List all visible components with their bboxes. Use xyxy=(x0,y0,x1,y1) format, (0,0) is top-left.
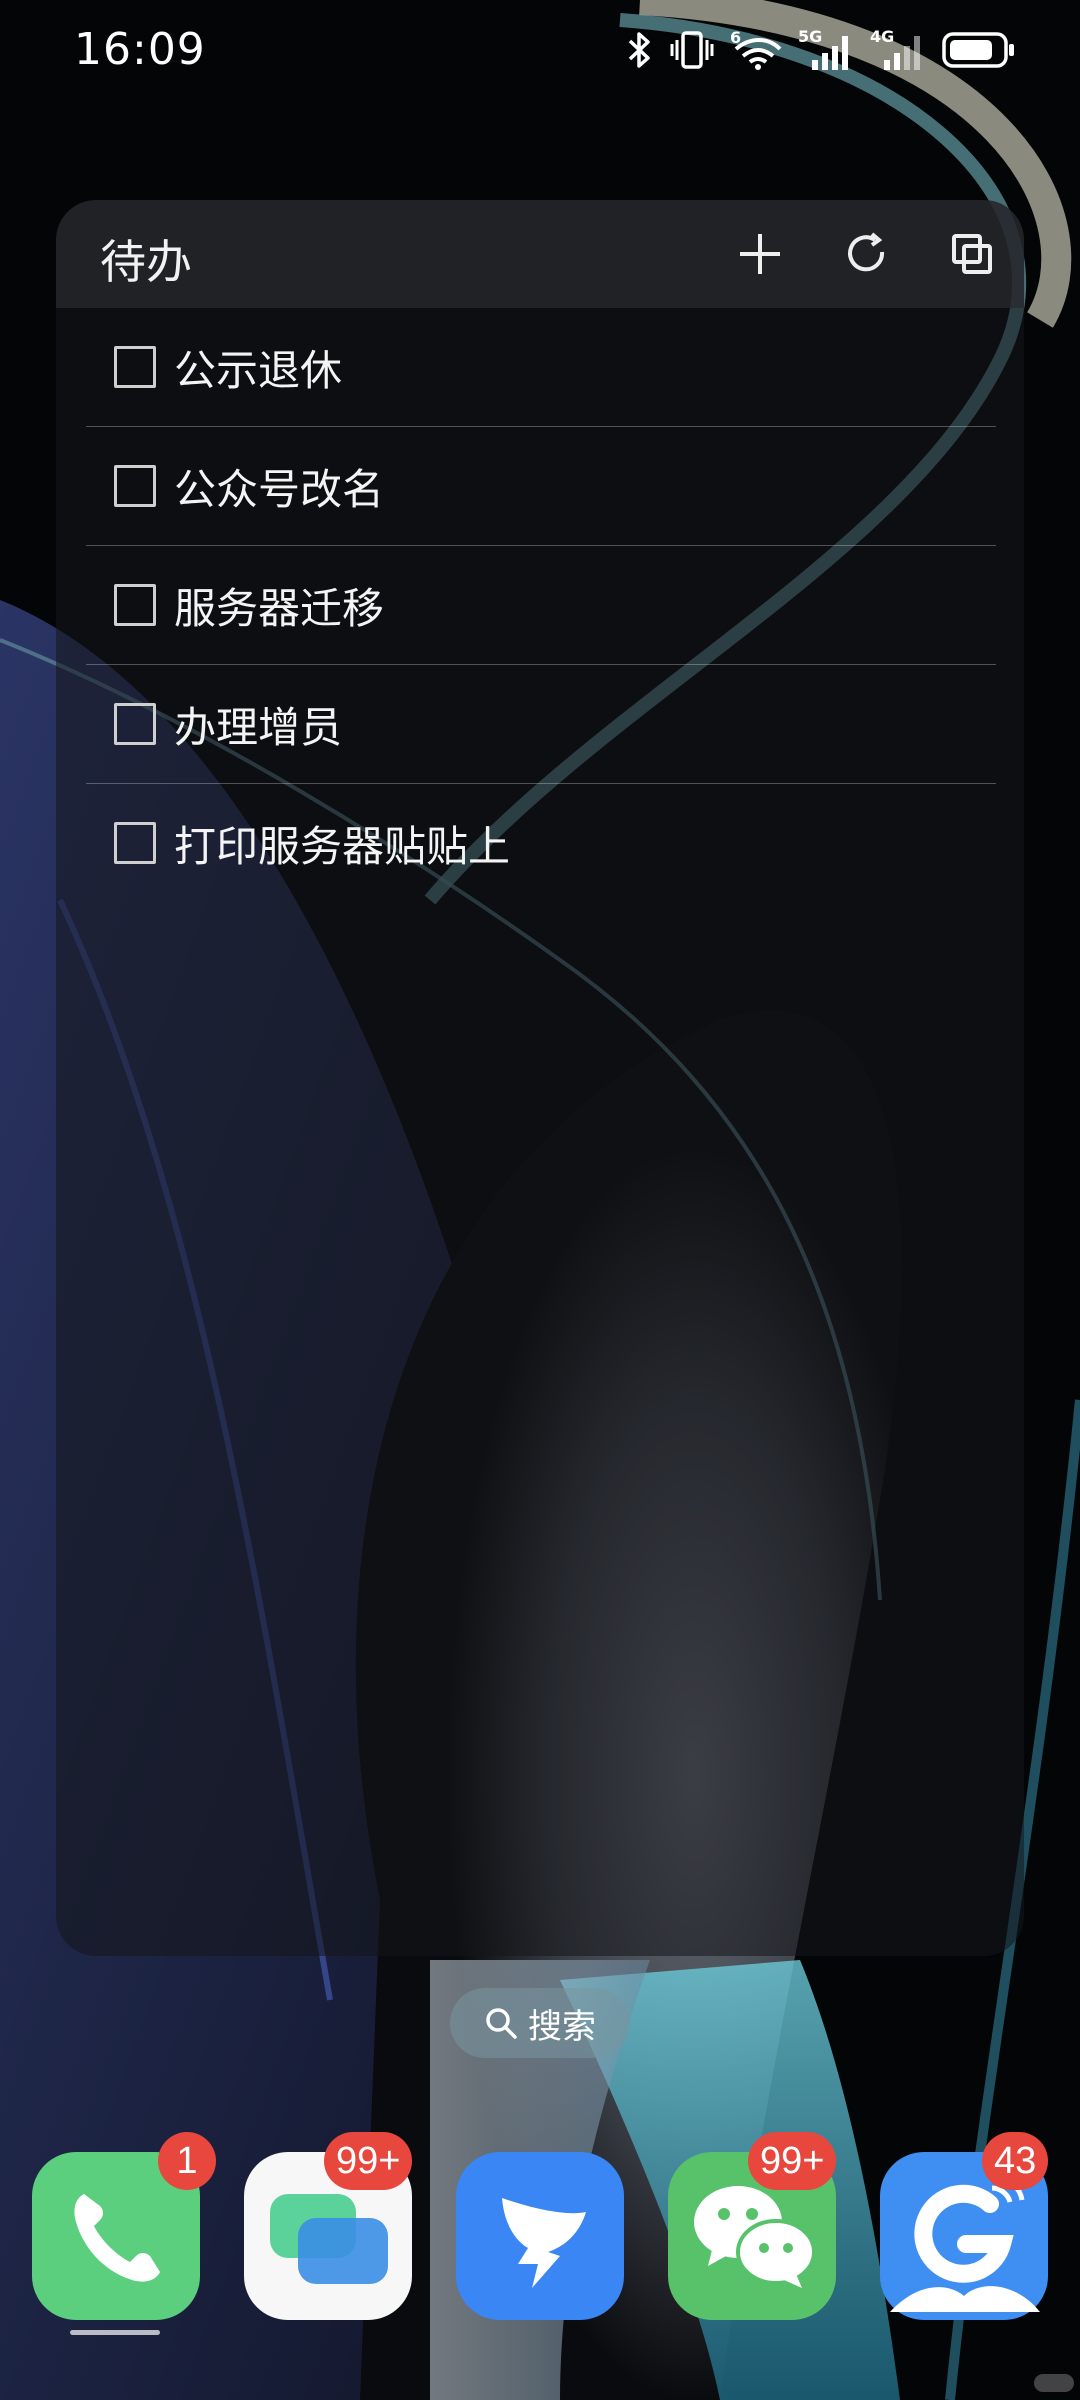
dock-app-g[interactable]: 43 xyxy=(880,2132,1049,2320)
widget-title: 待办 xyxy=(100,235,192,289)
search-icon xyxy=(486,2008,517,2039)
todo-item[interactable]: 办理增员 xyxy=(86,665,996,784)
home-screen: 16:09 6 5G 4G 待办 公示退休 公众号改名 服务器迁移 办理增员 打… xyxy=(0,0,1080,2400)
home-indicator xyxy=(70,2330,160,2335)
todo-checkbox[interactable] xyxy=(114,465,156,507)
dingtalk-icon xyxy=(502,2198,586,2288)
todo-text: 办理增员 xyxy=(174,702,343,752)
todo-checkbox[interactable] xyxy=(114,346,156,388)
copy-icon xyxy=(952,234,992,274)
status-icons: 6 5G 4G xyxy=(626,24,1016,76)
todo-checkbox[interactable] xyxy=(114,822,156,864)
todo-text: 公众号改名 xyxy=(174,464,385,514)
todo-item[interactable]: 服务器迁移 xyxy=(86,546,996,665)
battery-icon xyxy=(942,32,1014,68)
network-5g-label: 5G xyxy=(798,28,822,46)
refresh-icon xyxy=(848,232,885,272)
todo-widget: 待办 公示退休 公众号改名 服务器迁移 办理增员 打印服务器贴贴上 xyxy=(56,200,1024,1956)
todo-text: 打印服务器贴贴上 xyxy=(174,821,511,871)
bluetooth-icon xyxy=(628,32,650,68)
add-todo-button[interactable] xyxy=(730,224,790,284)
phone-badge: 1 xyxy=(158,2132,216,2190)
status-bar: 16:09 6 5G 4G xyxy=(0,0,1080,100)
signal-5g-icon: 5G xyxy=(798,28,848,70)
network-4g-label: 4G xyxy=(870,28,894,46)
g-app-badge: 43 xyxy=(982,2132,1049,2190)
search-button[interactable]: 搜索 xyxy=(450,1988,630,2058)
vibrate-icon xyxy=(670,31,714,69)
status-time: 16:09 xyxy=(74,24,206,75)
dock-app-wechat[interactable]: 99+ xyxy=(668,2132,837,2320)
widget-header: 待办 xyxy=(56,200,1024,308)
dock-app-dingtalk[interactable] xyxy=(456,2152,624,2320)
plus-icon xyxy=(740,234,780,274)
todo-checkbox[interactable] xyxy=(114,703,156,745)
todo-list: 公示退休 公众号改名 服务器迁移 办理增员 打印服务器贴贴上 xyxy=(86,308,996,902)
search-label: 搜索 xyxy=(528,2006,596,2047)
wifi-icon: 6 xyxy=(730,29,782,70)
corner-watermark xyxy=(1034,2374,1074,2392)
dock-app-phone[interactable]: 1 xyxy=(32,2132,216,2320)
signal-4g-icon: 4G xyxy=(870,28,920,70)
todo-item[interactable]: 公示退休 xyxy=(86,308,996,427)
dock-app-messages[interactable]: 99+ xyxy=(244,2132,413,2320)
refresh-button[interactable] xyxy=(836,224,896,284)
messages-badge: 99+ xyxy=(324,2132,413,2190)
copy-button[interactable] xyxy=(942,224,1002,284)
todo-item[interactable]: 打印服务器贴贴上 xyxy=(86,784,996,902)
todo-checkbox[interactable] xyxy=(114,584,156,626)
wechat-badge: 99+ xyxy=(748,2132,837,2190)
todo-text: 公示退休 xyxy=(174,345,343,395)
todo-text: 服务器迁移 xyxy=(174,583,385,633)
todo-item[interactable]: 公众号改名 xyxy=(86,427,996,546)
